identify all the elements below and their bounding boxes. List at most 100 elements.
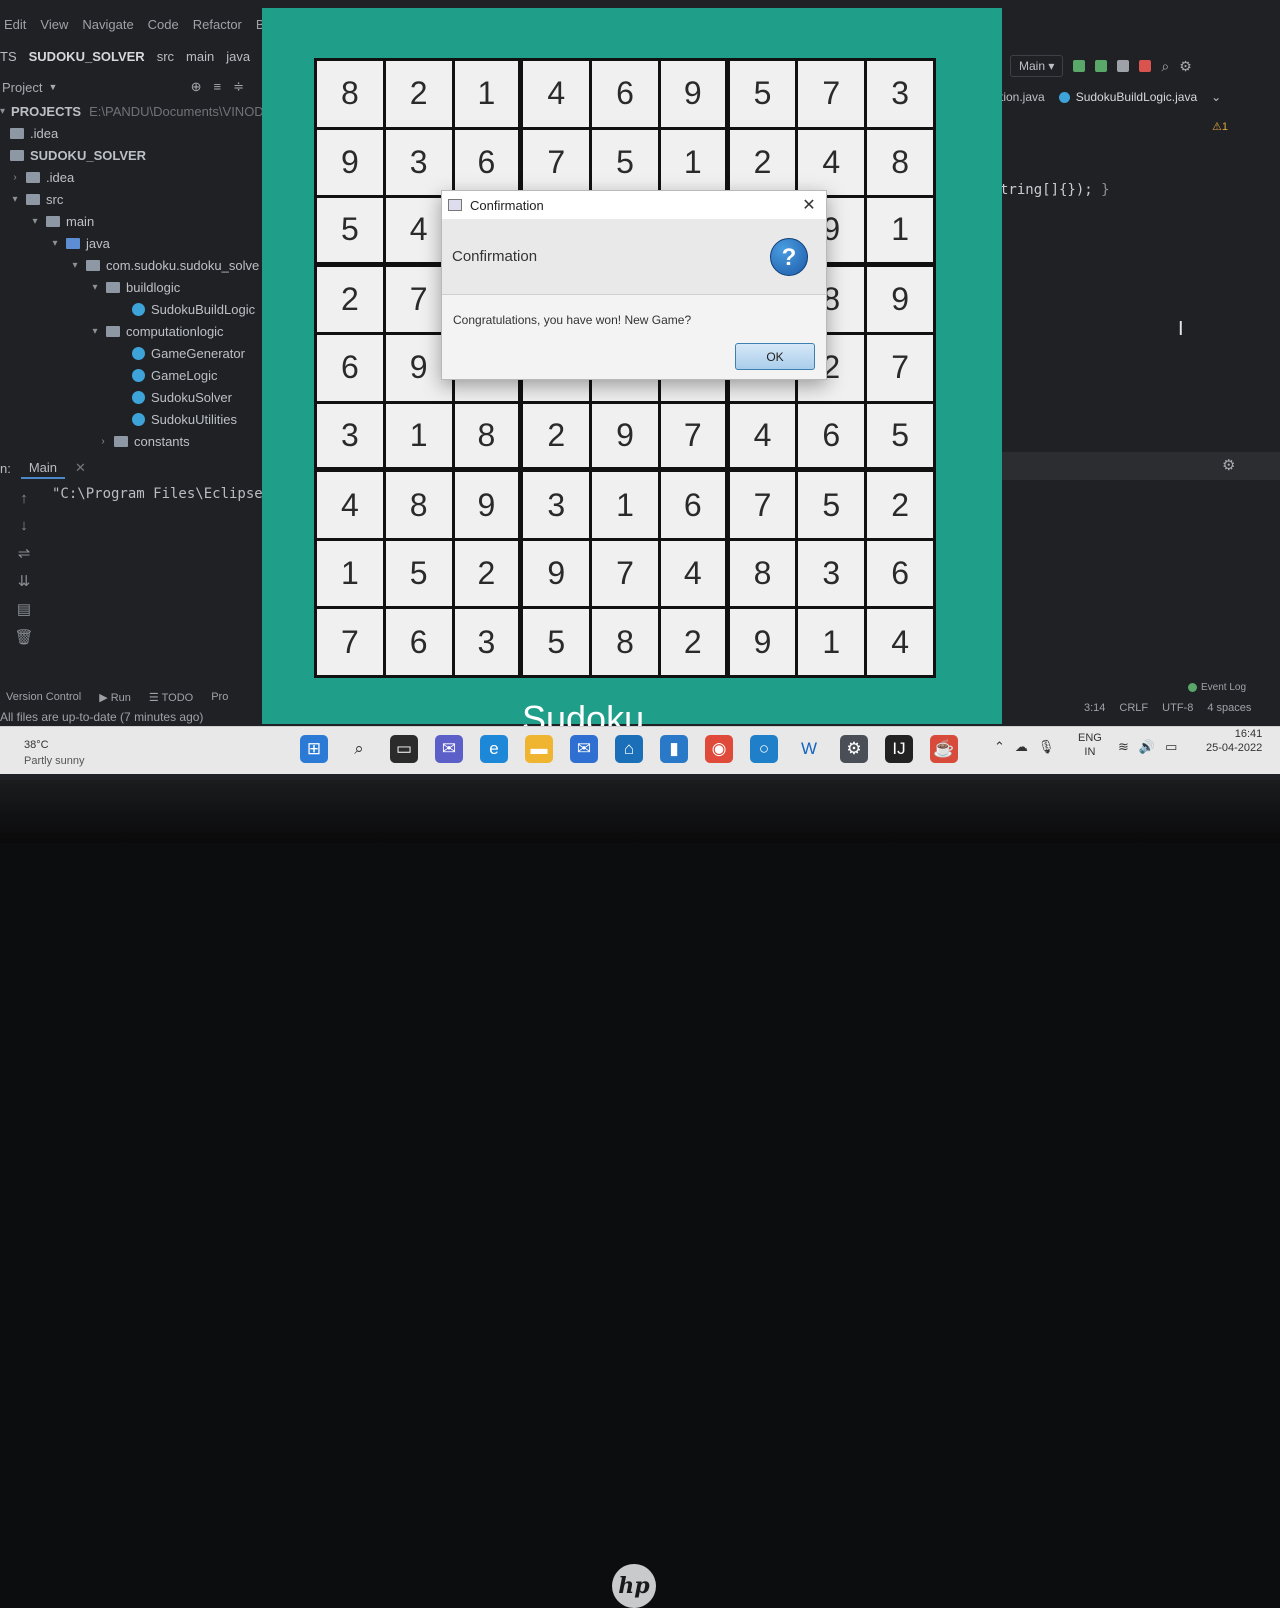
sudoku-cell[interactable]: 6 (798, 403, 865, 468)
sudoku-cell[interactable]: 8 (385, 472, 452, 538)
clock[interactable]: 16:41 25-04-2022 (1206, 727, 1262, 755)
menu-code[interactable]: Code (148, 17, 179, 32)
sudoku-cell[interactable]: 5 (317, 198, 383, 262)
sudoku-cell[interactable]: 7 (592, 540, 658, 607)
trash-icon[interactable]: 🗑 (6, 628, 42, 646)
sudoku-cell[interactable]: 8 (317, 61, 383, 127)
sudoku-cell[interactable]: 6 (660, 472, 725, 538)
sudoku-cell[interactable]: 4 (317, 472, 383, 538)
sudoku-cell[interactable]: 3 (317, 403, 383, 468)
sudoku-cell[interactable]: 9 (660, 61, 725, 127)
sudoku-cell[interactable]: 5 (592, 129, 658, 196)
target-icon[interactable]: ⊕ (191, 79, 202, 95)
breadcrumb-item[interactable]: TS (0, 49, 17, 64)
chrome-icon[interactable]: ◉ (705, 735, 733, 763)
sudoku-cell[interactable]: 5 (729, 61, 796, 127)
edge-icon[interactable]: e (480, 735, 508, 763)
chevron-down-icon[interactable]: ⌄ (1211, 90, 1221, 104)
gear-icon[interactable]: ⚙ (1222, 456, 1235, 474)
battery-icon[interactable]: ▭ (1165, 739, 1177, 755)
tree-item-buildlogic[interactable]: ▾ buildlogic (0, 276, 262, 298)
ok-button[interactable]: OK (735, 343, 815, 370)
tab-version-control[interactable]: Version Control (6, 691, 81, 703)
search-icon[interactable]: ⌕ (345, 735, 373, 763)
file-encoding[interactable]: UTF-8 (1162, 702, 1193, 714)
volume-icon[interactable]: 🔊 (1139, 739, 1155, 755)
tree-item-sudoku-solver[interactable]: SUDOKU_SOLVER (0, 144, 262, 166)
tree-item-computationlogic[interactable]: ▾ computationlogic (0, 320, 262, 342)
sudoku-cell[interactable]: 4 (660, 540, 725, 607)
store-icon[interactable]: ⌂ (615, 735, 643, 763)
java-app-icon[interactable]: ☕ (930, 735, 958, 763)
tab-problems[interactable]: Pro (211, 691, 228, 703)
tab-run[interactable]: ▶ Run (99, 691, 131, 704)
file-explorer-icon[interactable]: ▬ (525, 735, 553, 763)
sudoku-cell[interactable]: 4 (867, 609, 933, 675)
expand-all-icon[interactable]: ≑ (233, 79, 244, 95)
tree-item-idea-sub[interactable]: › .idea (0, 166, 262, 188)
tree-item-constants[interactable]: › constants (0, 430, 262, 452)
sudoku-cell[interactable]: 8 (454, 403, 519, 468)
sudoku-cell[interactable]: 7 (660, 403, 725, 468)
cloud-icon[interactable]: ☁ (1015, 739, 1028, 755)
sudoku-cell[interactable]: 1 (317, 540, 383, 607)
menu-refactor[interactable]: Refactor (193, 17, 242, 32)
warning-indicator[interactable]: ⚠1 (1212, 120, 1228, 133)
sudoku-cell[interactable]: 5 (798, 472, 865, 538)
sudoku-cell[interactable]: 3 (867, 61, 933, 127)
sudoku-cell[interactable]: 3 (385, 129, 452, 196)
sudoku-cell[interactable]: 7 (729, 472, 796, 538)
sudoku-cell[interactable]: 4 (523, 61, 590, 127)
weather-widget[interactable]: 38°C Partly sunny (24, 737, 85, 769)
search-icon[interactable]: ⌕ (1161, 58, 1169, 75)
sudoku-cell[interactable]: 7 (523, 129, 590, 196)
sudoku-cell[interactable]: 5 (523, 609, 590, 675)
sudoku-cell[interactable]: 6 (592, 61, 658, 127)
language-indicator[interactable]: ENG IN (1078, 731, 1102, 759)
sudoku-cell[interactable]: 7 (798, 61, 865, 127)
sudoku-cell[interactable]: 1 (385, 403, 452, 468)
tree-item-sudokuutilities[interactable]: SudokuUtilities (0, 408, 262, 430)
tree-item-main[interactable]: ▾ main (0, 210, 262, 232)
sudoku-cell[interactable]: 8 (592, 609, 658, 675)
close-icon[interactable]: ✕ (75, 460, 86, 476)
sudoku-cell[interactable]: 1 (454, 61, 519, 127)
sudoku-cell[interactable]: 2 (385, 61, 452, 127)
sudoku-cell[interactable]: 2 (454, 540, 519, 607)
code-line[interactable]: tring[]{}); } (1000, 182, 1110, 198)
sudoku-cell[interactable]: 6 (454, 129, 519, 196)
sudoku-cell[interactable]: 2 (729, 129, 796, 196)
run-config-selector[interactable]: Main ▾ (1010, 55, 1064, 77)
event-log-button[interactable]: Event Log (1188, 682, 1246, 693)
menu-view[interactable]: View (40, 17, 68, 32)
down-icon[interactable]: ↓ (6, 517, 42, 534)
sudoku-cell[interactable]: 2 (867, 472, 933, 538)
sudoku-cell[interactable]: 8 (729, 540, 796, 607)
sudoku-cell[interactable]: 9 (454, 472, 519, 538)
word-icon[interactable]: W (795, 735, 823, 763)
microphone-icon[interactable]: 🎙 (1038, 739, 1055, 755)
chat-icon[interactable]: ✉ (435, 735, 463, 763)
settings-icon[interactable]: ⚙ (840, 735, 868, 763)
sudoku-cell[interactable]: 4 (798, 129, 865, 196)
sudoku-cell[interactable]: 1 (798, 609, 865, 675)
sudoku-cell[interactable]: 1 (867, 198, 933, 262)
wrap-icon[interactable]: ⇌ (6, 544, 42, 562)
tab-sudokubuildlogic[interactable]: SudokuBuildLogic.java (1058, 90, 1197, 104)
menu-edit[interactable]: Edit (4, 17, 26, 32)
sudoku-cell[interactable]: 1 (660, 129, 725, 196)
collapse-all-icon[interactable]: ≡ (214, 79, 222, 95)
breadcrumb-item[interactable]: main (186, 49, 214, 64)
tab-run-main[interactable]: Main (20, 458, 66, 479)
task-view-icon[interactable]: ▭ (390, 735, 418, 763)
tree-item-java[interactable]: ▾ java (0, 232, 262, 254)
caret-position[interactable]: 3:14 (1084, 702, 1105, 714)
breadcrumb-item[interactable]: java (226, 49, 250, 64)
wifi-icon[interactable]: ≋ (1118, 739, 1129, 755)
scroll-end-icon[interactable]: ⇊ (6, 572, 42, 590)
menu-navigate[interactable]: Navigate (82, 17, 133, 32)
cortana-icon[interactable]: ○ (750, 735, 778, 763)
sudoku-cell[interactable]: 8 (867, 129, 933, 196)
print-icon[interactable]: ▤ (6, 600, 42, 618)
sudoku-cell[interactable]: 6 (317, 335, 383, 401)
